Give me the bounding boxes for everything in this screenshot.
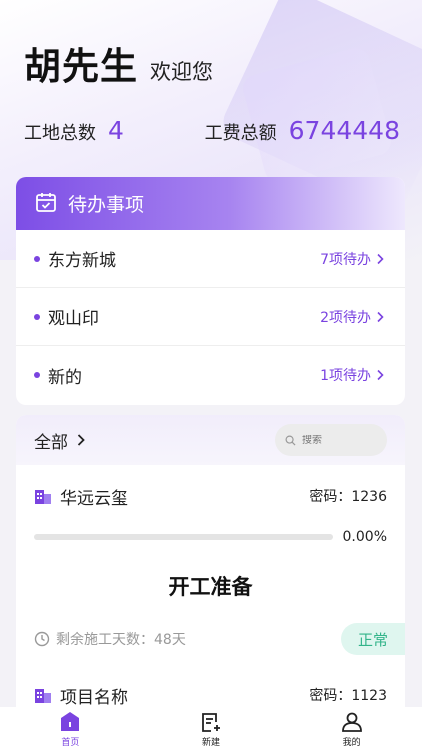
building-icon <box>34 487 52 505</box>
chevron-right-icon <box>375 369 385 381</box>
status-badge: 正常 <box>341 623 405 655</box>
calendar-icon <box>34 190 58 218</box>
wage-value: 6744448 <box>288 116 400 145</box>
remaining-days-text: 剩余施工天数：48天 <box>56 632 186 648</box>
building-icon <box>34 686 52 704</box>
search-icon <box>285 435 296 446</box>
todo-count-text: 7项待办 <box>320 251 371 268</box>
project-phase: 开工准备 <box>168 575 253 599</box>
todo-count-text: 2项待办 <box>320 309 371 326</box>
chevron-right-icon <box>76 433 86 447</box>
greeting: 胡先生 欢迎您 <box>24 36 213 90</box>
welcome-text: 欢迎您 <box>150 60 213 84</box>
todo-header: 待办事项 <box>16 177 405 230</box>
progress-row: 0.00% <box>34 527 387 547</box>
todo-count-text: 1项待办 <box>320 368 371 384</box>
remaining-days: 剩余施工天数：48天 <box>34 629 186 649</box>
search-input[interactable] <box>302 434 372 446</box>
stats-bar: 工地总数 4 工费总额 6744448 <box>24 116 400 145</box>
tab-label: 新建 <box>201 738 220 748</box>
sites-label: 工地总数 <box>24 123 96 144</box>
todo-item-count: 1项待办 <box>320 365 385 385</box>
tab-bar: 首页 新建 我的 <box>0 707 422 750</box>
todo-item-count: 7项待办 <box>320 249 385 269</box>
new-doc-icon <box>199 709 223 735</box>
bullet-dot <box>34 372 40 378</box>
tab-home[interactable]: 首页 <box>30 709 110 748</box>
chevron-right-icon <box>375 253 385 265</box>
wage-label: 工费总额 <box>204 123 277 144</box>
user-icon <box>340 709 364 735</box>
search-box[interactable] <box>275 424 387 456</box>
project-password: 密码：1123 <box>309 688 387 704</box>
progress-bar <box>34 534 333 540</box>
user-name: 胡先生 <box>24 45 138 88</box>
chevron-right-icon <box>375 311 385 323</box>
tab-mine[interactable]: 我的 <box>312 709 392 748</box>
todo-item-count: 2项待办 <box>320 307 385 327</box>
todo-item[interactable]: 东方新城 7项待办 <box>16 230 405 288</box>
todo-item-name: 观山印 <box>48 309 99 329</box>
filter-dropdown[interactable]: 全部 <box>34 428 86 453</box>
todo-item[interactable]: 观山印 2项待办 <box>16 288 405 346</box>
progress-percent: 0.00% <box>342 529 387 545</box>
project-password: 密码：1236 <box>309 489 387 505</box>
tab-label: 我的 <box>342 738 361 748</box>
todo-card: 待办事项 东方新城 7项待办 观山印 2项待办 新的 1项待办 <box>16 177 405 405</box>
tab-label: 首页 <box>61 738 80 748</box>
project-list-header: 全部 <box>16 415 405 465</box>
bullet-dot <box>34 313 40 320</box>
project-item[interactable]: 华远云玺 密码：1236 0.00% 开工准备 剩余施工天数：48天 正常 <box>16 465 405 655</box>
project-list-card: 全部 华远云玺 密码：1236 0.00% <box>16 415 405 715</box>
todo-item-name: 新的 <box>48 367 82 388</box>
sites-value: 4 <box>108 116 124 145</box>
todo-title: 待办事项 <box>68 194 145 216</box>
clock-icon <box>34 631 50 647</box>
home-icon <box>58 709 82 735</box>
sites-stat: 工地总数 4 <box>24 116 124 145</box>
bullet-dot <box>34 255 40 262</box>
tab-new[interactable]: 新建 <box>171 709 251 748</box>
todo-item[interactable]: 新的 1项待办 <box>16 346 405 404</box>
filter-label: 全部 <box>34 432 68 453</box>
todo-item-name: 东方新城 <box>48 251 116 271</box>
project-name: 华远云玺 <box>60 488 128 509</box>
project-name: 项目名称 <box>60 687 128 708</box>
wage-stat: 工费总额 6744448 <box>205 116 400 145</box>
